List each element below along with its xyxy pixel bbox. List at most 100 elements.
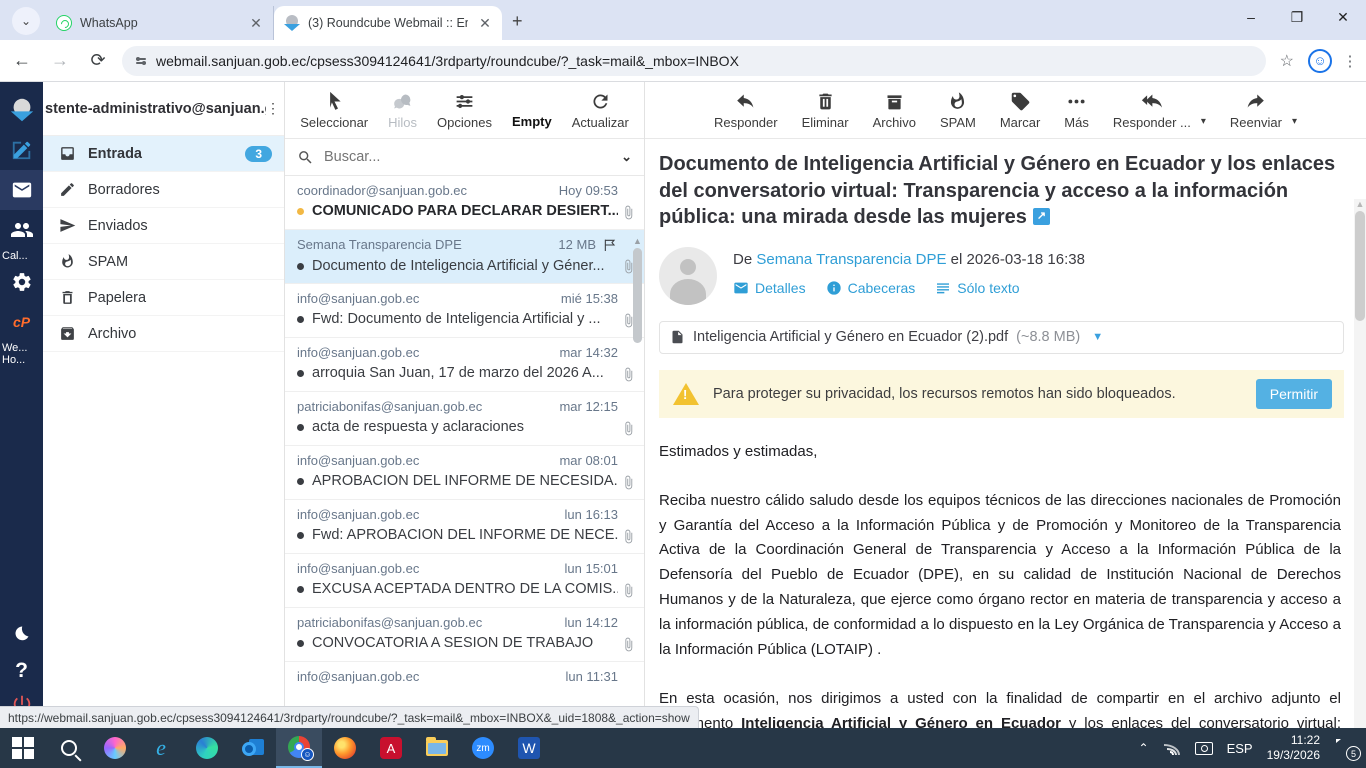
tab-close-icon[interactable]: ✕	[247, 14, 265, 32]
select-button[interactable]: Seleccionar	[300, 91, 368, 130]
mark-button[interactable]: Marcar	[1000, 91, 1040, 130]
spam-button[interactable]: SPAM	[940, 91, 976, 130]
back-button[interactable]: ←	[8, 50, 36, 71]
list-scrollbar-thumb[interactable]	[633, 248, 642, 343]
forward-button[interactable]: Reenviar	[1230, 91, 1282, 130]
plain-text-link[interactable]: Sólo texto	[935, 280, 1019, 296]
profile-avatar[interactable]: ☺	[1308, 49, 1332, 73]
archive-button[interactable]: Archivo	[873, 91, 916, 130]
sender-name-link[interactable]: Semana Transparencia DPE	[756, 251, 946, 268]
start-button[interactable]	[0, 728, 46, 768]
read-dot	[297, 263, 304, 270]
help-icon[interactable]: ?	[15, 659, 28, 683]
flag-icon[interactable]	[602, 237, 618, 253]
forward-button[interactable]: →	[46, 50, 74, 71]
message-row[interactable]: info@sanjuan.gob.eclun 11:31	[285, 662, 644, 712]
folder-enviados[interactable]: Enviados	[43, 208, 284, 244]
folder-label: SPAM	[88, 254, 128, 270]
url-bar[interactable]: webmail.sanjuan.gob.ec/cpsess3094124641/…	[122, 46, 1266, 76]
site-settings-icon[interactable]	[136, 58, 146, 64]
webmail-home-label[interactable]: We...Ho...	[0, 342, 43, 366]
contacts-nav-icon[interactable]	[0, 210, 43, 250]
reload-button[interactable]: ⟳	[84, 50, 112, 71]
calendar-nav-label[interactable]: Cal...	[0, 250, 43, 262]
delete-button[interactable]: Eliminar	[802, 91, 849, 130]
tab-search-button[interactable]: ⌄	[12, 7, 40, 35]
settings-nav-icon[interactable]	[0, 262, 43, 302]
screen: ⌄ WhatsApp ✕ (3) Roundcube Webmail :: En…	[0, 0, 1366, 768]
body-paragraph: Estimados y estimadas,	[659, 440, 1341, 465]
tray-expand-icon[interactable]: ⌃	[1139, 741, 1149, 755]
firefox-icon[interactable]	[322, 728, 368, 768]
reader-scrollbar-thumb[interactable]	[1355, 211, 1365, 321]
folder-borradores[interactable]: Borradores	[43, 172, 284, 208]
search-input[interactable]	[324, 149, 611, 165]
dark-mode-icon[interactable]	[11, 622, 33, 649]
notifications-icon[interactable]: 5	[1334, 739, 1354, 757]
folder-papelera[interactable]: Papelera	[43, 280, 284, 316]
taskbar-search-button[interactable]	[46, 728, 92, 768]
roundcube-logo[interactable]	[0, 90, 43, 130]
message-row[interactable]: info@sanjuan.gob.ecmar 08:01 APROBACION …	[285, 446, 644, 500]
folder-label: Papelera	[88, 290, 146, 306]
account-header[interactable]: stente-administrativo@sanjuan.gob.ec ⋮	[43, 82, 284, 136]
outlook-icon[interactable]	[230, 728, 276, 768]
url-text[interactable]: webmail.sanjuan.gob.ec/cpsess3094124641/…	[156, 53, 739, 69]
external-link-icon[interactable]	[1033, 208, 1050, 225]
zoom-icon[interactable]: zm	[460, 728, 506, 768]
allow-button[interactable]: Permitir	[1256, 379, 1332, 409]
tab-close-icon[interactable]: ✕	[476, 14, 494, 32]
forward-caret-icon[interactable]: ▾	[1292, 116, 1297, 127]
new-tab-button[interactable]: +	[512, 11, 523, 32]
browser-menu-icon[interactable]: ⋮	[1342, 52, 1358, 70]
message-row[interactable]: info@sanjuan.gob.eclun 15:01 EXCUSA ACEP…	[285, 554, 644, 608]
message-row[interactable]: info@sanjuan.gob.eclun 16:13 Fwd: APROBA…	[285, 500, 644, 554]
refresh-button[interactable]: Actualizar	[572, 91, 629, 130]
list-scrollbar[interactable]: ▲	[632, 236, 643, 708]
account-menu-icon[interactable]: ⋮	[266, 100, 280, 117]
cast-icon[interactable]	[1195, 742, 1213, 755]
reply-all-button[interactable]: Responder ...	[1113, 91, 1191, 130]
bookmark-star-icon[interactable]: ☆	[1280, 51, 1294, 71]
message-row-selected[interactable]: Semana Transparencia DPE12 MB Documento …	[285, 230, 644, 284]
message-row[interactable]: patriciabonifas@sanjuan.gob.ecmar 12:15 …	[285, 392, 644, 446]
tab-whatsapp[interactable]: WhatsApp ✕	[46, 6, 274, 40]
more-button[interactable]: Más	[1064, 91, 1089, 130]
copilot-icon[interactable]	[92, 728, 138, 768]
folder-spam[interactable]: SPAM	[43, 244, 284, 280]
message-row[interactable]: info@sanjuan.gob.ecmar 14:32 arroquia Sa…	[285, 338, 644, 392]
message-row[interactable]: info@sanjuan.gob.ecmié 15:38 Fwd: Docume…	[285, 284, 644, 338]
attachment-name[interactable]: Inteligencia Artificial y Género en Ecua…	[693, 329, 1008, 345]
cpanel-logo[interactable]: cP	[0, 302, 43, 342]
search-options-chevron-icon[interactable]: ⌄	[621, 149, 632, 165]
reply-button[interactable]: Responder	[714, 91, 778, 130]
options-button[interactable]: Opciones	[437, 91, 492, 130]
folder-archivo[interactable]: Archivo	[43, 316, 284, 352]
attachment-bar[interactable]: Inteligencia Artificial y Género en Ecua…	[659, 321, 1344, 354]
threads-button[interactable]: Hilos	[388, 91, 417, 130]
language-indicator[interactable]: ESP	[1227, 741, 1253, 756]
restore-button[interactable]: ❐	[1274, 0, 1320, 34]
empty-button[interactable]: Empty	[512, 91, 552, 138]
mail-nav-icon[interactable]	[0, 170, 43, 210]
edge-icon[interactable]	[184, 728, 230, 768]
minimize-button[interactable]: –	[1228, 0, 1274, 34]
reply-all-caret-icon[interactable]: ▾	[1201, 116, 1206, 127]
details-link[interactable]: Detalles	[733, 280, 806, 296]
internet-explorer-icon[interactable]: e	[138, 728, 184, 768]
compose-button[interactable]	[0, 130, 43, 170]
close-button[interactable]: ✕	[1320, 0, 1366, 34]
headers-link[interactable]: Cabeceras	[826, 280, 916, 296]
clock[interactable]: 11:22 19/3/2026	[1267, 733, 1320, 763]
chrome-icon-active[interactable]: ☺	[276, 728, 322, 768]
folder-entrada[interactable]: Entrada 3	[43, 136, 284, 172]
word-icon[interactable]: W	[506, 728, 552, 768]
message-row[interactable]: patriciabonifas@sanjuan.gob.eclun 14:12 …	[285, 608, 644, 662]
attachment-menu-caret-icon[interactable]: ▼	[1092, 331, 1103, 343]
wifi-icon[interactable]	[1163, 741, 1181, 755]
acrobat-icon[interactable]: A	[368, 728, 414, 768]
tab-roundcube[interactable]: (3) Roundcube Webmail :: Entra ✕	[274, 6, 502, 40]
file-explorer-icon[interactable]	[414, 728, 460, 768]
message-row[interactable]: coordinador@sanjuan.gob.ecHoy 09:53 COMU…	[285, 176, 644, 230]
reader-scrollbar[interactable]: ▲	[1354, 199, 1366, 728]
